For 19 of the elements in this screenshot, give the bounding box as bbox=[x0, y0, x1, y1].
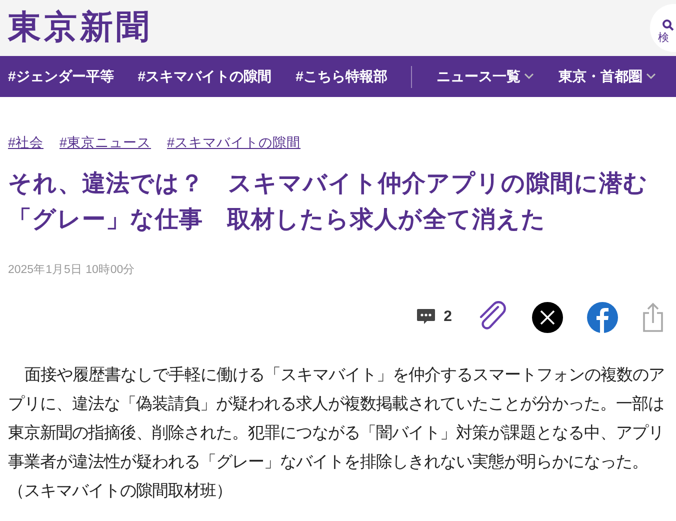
nav-link[interactable]: 東京・首都圏 bbox=[558, 66, 656, 87]
nav-link[interactable]: ニュース一覧 bbox=[436, 66, 534, 87]
tag-link[interactable]: #東京ニュース bbox=[60, 133, 152, 154]
article-paragraph: 面接や履歴書なしで手軽に働ける「スキマバイト」を仲介するスマートフォンの複数のアプリに、違法な「偽装請負」が疑われる求人が複数掲載されていたことが分かった。一部は東京新聞の指摘後、削除された。犯罪につながる「闇バイト」対策が課題となる中、アプリ事業者が違法性が疑われる「グレー」なバイトを排除しきれない実態が明らかになった。 bbox=[8, 365, 666, 474]
nav-link[interactable]: #ジェンダー平等 bbox=[8, 66, 114, 87]
tag-link[interactable]: #社会 bbox=[8, 133, 44, 154]
article-byline: （スキマバイトの隙間取材班） bbox=[8, 481, 233, 502]
comment-icon[interactable] bbox=[416, 308, 436, 326]
nav-link[interactable]: #スキマバイトの隙間 bbox=[138, 66, 272, 87]
site-logo[interactable]: 東京新聞 bbox=[8, 12, 152, 44]
search-icon bbox=[662, 18, 674, 30]
search-button[interactable]: 検 bbox=[650, 4, 676, 52]
comment-count: 2 bbox=[444, 307, 452, 327]
nav-link[interactable]: #こちら特報部 bbox=[296, 66, 388, 87]
article-title: それ、違法では？ スキマバイト仲介アプリの隙間に潜む 「グレー」な仕事 取材したら求人が全て消えた bbox=[8, 169, 649, 234]
facebook-icon[interactable] bbox=[587, 302, 618, 333]
tag-link[interactable]: #スキマバイトの隙間 bbox=[167, 133, 301, 154]
x-logo-icon[interactable] bbox=[532, 302, 563, 333]
publish-date: 2025年1月5日 10時00分 bbox=[8, 264, 136, 276]
